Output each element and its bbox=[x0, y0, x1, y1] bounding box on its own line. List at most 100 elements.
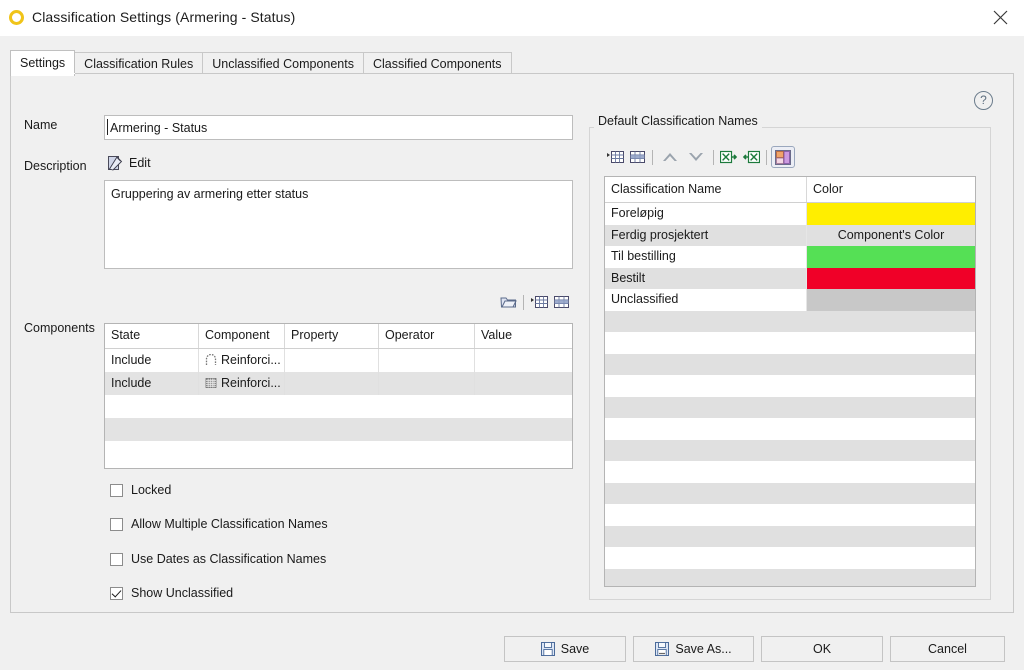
help-icon[interactable]: ? bbox=[974, 91, 993, 110]
cell-classification-name: Til bestilling bbox=[605, 246, 807, 268]
cell-classification-name: Bestilt bbox=[605, 267, 807, 289]
table-row[interactable]: Til bestilling bbox=[605, 246, 975, 268]
toolbar-separator bbox=[523, 294, 524, 310]
table-row-empty[interactable] bbox=[105, 395, 572, 418]
ok-button[interactable]: OK bbox=[761, 636, 883, 662]
description-textarea[interactable] bbox=[104, 180, 573, 269]
checkbox-label: Show Unclassified bbox=[131, 586, 234, 600]
column-header-component: Component bbox=[199, 324, 285, 348]
delete-row-icon[interactable] bbox=[626, 147, 648, 167]
mesh-icon bbox=[205, 374, 217, 395]
name-input[interactable] bbox=[104, 115, 573, 140]
cell-property bbox=[285, 349, 379, 372]
tab-notch bbox=[11, 73, 75, 74]
table-row-empty[interactable] bbox=[605, 525, 975, 547]
floppy-dots-icon bbox=[655, 642, 670, 656]
column-header-value: Value bbox=[481, 328, 513, 342]
cell-color-swatch[interactable] bbox=[807, 246, 975, 268]
table-row-empty[interactable] bbox=[605, 332, 975, 354]
cell-color-swatch[interactable] bbox=[807, 289, 975, 311]
toolbar-separator bbox=[713, 149, 714, 165]
cell-state: Include bbox=[105, 372, 199, 395]
table-row[interactable]: Bestilt bbox=[605, 267, 975, 289]
checkbox-box bbox=[110, 483, 123, 497]
components-label: Components bbox=[24, 321, 95, 335]
table-row[interactable]: Ferdig prosjektert Component's Color bbox=[605, 224, 975, 247]
table-row-empty[interactable] bbox=[605, 396, 975, 418]
table-row-empty[interactable] bbox=[605, 482, 975, 504]
move-up-icon[interactable] bbox=[657, 147, 683, 167]
default-classification-header: Classification Name Color bbox=[605, 177, 975, 203]
add-row-icon[interactable] bbox=[528, 292, 550, 312]
tab-strip: Settings Classification Rules Unclassifi… bbox=[0, 36, 1024, 76]
table-row-empty[interactable] bbox=[605, 439, 975, 461]
cell-color-swatch[interactable]: Component's Color bbox=[807, 225, 975, 247]
cell-component-text: Reinforci... bbox=[221, 353, 281, 367]
column-header-operator: Operator bbox=[379, 324, 475, 348]
checkbox-allow-multiple-classification-names[interactable]: Allow Multiple Classification Names bbox=[110, 517, 328, 531]
cell-classification-name: Foreløpig bbox=[605, 203, 807, 225]
table-row-empty[interactable] bbox=[605, 547, 975, 569]
default-classification-table[interactable]: Classification Name Color Foreløpig Ferd… bbox=[604, 176, 976, 587]
table-row-empty[interactable] bbox=[605, 418, 975, 440]
cell-value bbox=[475, 372, 572, 395]
export-excel-icon[interactable] bbox=[718, 147, 740, 167]
delete-row-icon[interactable] bbox=[550, 292, 572, 312]
table-row[interactable]: Include Reinforci... bbox=[105, 372, 572, 395]
move-down-icon[interactable] bbox=[683, 147, 709, 167]
classification-settings-dialog: Classification Settings (Armering - Stat… bbox=[0, 0, 1024, 670]
checkbox-use-dates-as-classification-names[interactable]: Use Dates as Classification Names bbox=[110, 552, 326, 566]
cell-property bbox=[285, 372, 379, 395]
cell-color-swatch[interactable] bbox=[807, 203, 975, 225]
save-label: Save bbox=[560, 642, 590, 656]
cell-classification-name: Unclassified bbox=[605, 289, 807, 311]
table-row[interactable]: Include Reinforci... bbox=[105, 349, 572, 372]
checkbox-box bbox=[110, 586, 123, 600]
table-row[interactable]: Foreløpig bbox=[605, 203, 975, 225]
table-row-empty[interactable] bbox=[105, 441, 572, 464]
table-row-empty[interactable] bbox=[605, 375, 975, 397]
table-row-empty[interactable] bbox=[605, 353, 975, 375]
table-row-empty[interactable] bbox=[605, 568, 975, 586]
cell-color-swatch[interactable] bbox=[807, 267, 975, 289]
save-as-label: Save As... bbox=[675, 642, 732, 656]
cancel-button[interactable]: Cancel bbox=[890, 636, 1005, 662]
checkbox-label: Locked bbox=[131, 483, 172, 497]
checkbox-label: Allow Multiple Classification Names bbox=[131, 517, 328, 531]
add-row-icon[interactable] bbox=[604, 147, 626, 167]
cell-operator bbox=[379, 349, 475, 372]
cell-operator bbox=[379, 372, 475, 395]
column-header-color: Color bbox=[813, 182, 843, 196]
toolbar-separator bbox=[652, 149, 653, 165]
cell-component: Reinforci... bbox=[199, 349, 285, 372]
table-row[interactable]: Unclassified bbox=[605, 289, 975, 311]
import-excel-icon[interactable] bbox=[740, 147, 762, 167]
cell-state: Include bbox=[105, 349, 199, 372]
name-label: Name bbox=[24, 118, 58, 132]
cell-component: Reinforci... bbox=[199, 372, 285, 395]
yellow-ring-icon bbox=[9, 10, 24, 25]
save-button[interactable]: Save bbox=[504, 636, 626, 662]
toolbar-separator bbox=[766, 149, 767, 165]
close-icon[interactable] bbox=[978, 0, 1024, 34]
column-header-classification-name: Classification Name bbox=[605, 177, 807, 202]
column-header-state: State bbox=[105, 324, 199, 348]
open-folder-icon[interactable] bbox=[497, 292, 519, 312]
stirrup-icon bbox=[205, 351, 217, 372]
edit-description-button[interactable]: Edit bbox=[108, 155, 151, 171]
table-row-empty[interactable] bbox=[605, 504, 975, 526]
color-palette-icon[interactable] bbox=[771, 146, 795, 168]
text-caret bbox=[107, 119, 108, 135]
checkbox-locked[interactable]: Locked bbox=[110, 483, 171, 497]
save-as-button[interactable]: Save As... bbox=[633, 636, 754, 662]
table-row-empty[interactable] bbox=[605, 310, 975, 332]
checkbox-show-unclassified[interactable]: Show Unclassified bbox=[110, 586, 233, 600]
components-table-header: State Component Property Operator Value bbox=[105, 324, 572, 349]
table-row-empty[interactable] bbox=[605, 461, 975, 483]
description-label: Description bbox=[24, 159, 87, 173]
checkbox-label: Use Dates as Classification Names bbox=[131, 552, 327, 566]
table-row-empty[interactable] bbox=[105, 418, 572, 441]
components-table[interactable]: State Component Property Operator Value … bbox=[104, 323, 573, 469]
default-classification-toolbar bbox=[604, 146, 795, 168]
group-title: Default Classification Names bbox=[594, 114, 762, 128]
